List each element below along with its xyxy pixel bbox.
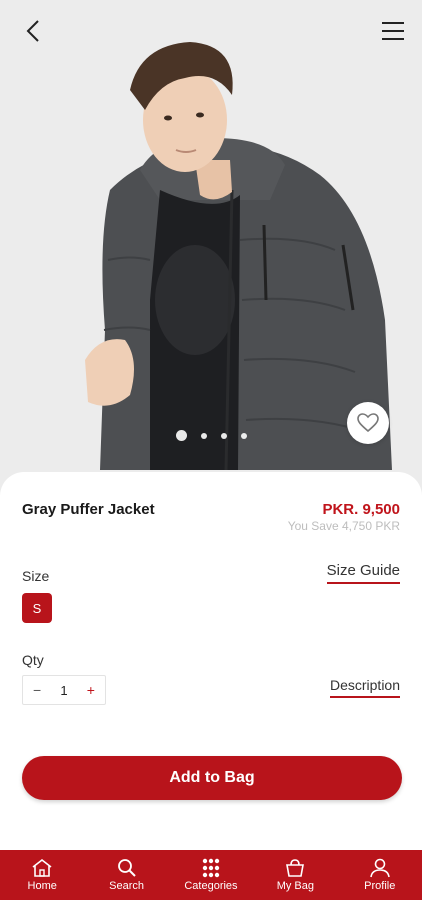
hamburger-icon: [382, 22, 404, 40]
product-price: PKR. 9,500: [322, 501, 400, 518]
quantity-stepper: − 1 +: [22, 675, 106, 705]
nav-home[interactable]: Home: [0, 858, 84, 892]
nav-search-label: Search: [109, 880, 144, 892]
search-icon: [117, 859, 136, 877]
gallery-dot[interactable]: [200, 432, 207, 439]
size-option-selected[interactable]: S: [22, 593, 52, 623]
add-to-bag-button[interactable]: Add to Bag: [22, 756, 402, 800]
nav-profile-label: Profile: [364, 880, 396, 892]
qty-increment-button[interactable]: +: [87, 682, 95, 698]
back-button[interactable]: [16, 14, 50, 48]
nav-categories-label: Categories: [184, 880, 238, 892]
bag-icon: [286, 859, 305, 877]
bottom-navigation: Home Search Categories My Bag Profile: [0, 850, 422, 900]
size-guide-link[interactable]: Size Guide: [326, 562, 400, 584]
description-link[interactable]: Description: [329, 677, 400, 698]
chevron-left-icon: [26, 20, 39, 42]
nav-home-label: Home: [27, 880, 57, 892]
size-label: Size: [22, 568, 50, 584]
qty-label: Qty: [22, 652, 44, 668]
nav-my-bag[interactable]: My Bag: [253, 858, 337, 892]
gallery-dot[interactable]: [240, 432, 247, 439]
product-image-gallery[interactable]: [0, 0, 422, 500]
savings-text: You Save 4,750 PKR: [287, 519, 400, 533]
home-icon: [32, 858, 52, 877]
grid-icon: [202, 858, 220, 878]
product-details-sheet: Gray Puffer Jacket PKR. 9,500 You Save 4…: [0, 472, 422, 850]
nav-profile[interactable]: Profile: [338, 858, 422, 892]
qty-decrement-button[interactable]: −: [33, 682, 41, 698]
nav-my-bag-label: My Bag: [276, 880, 314, 892]
qty-value: 1: [60, 682, 68, 698]
heart-icon: [357, 413, 379, 433]
nav-search[interactable]: Search: [85, 858, 169, 892]
wishlist-button[interactable]: [347, 402, 389, 444]
gallery-dot[interactable]: [220, 432, 227, 439]
nav-categories[interactable]: Categories: [169, 858, 253, 892]
user-icon: [369, 858, 390, 878]
product-title: Gray Puffer Jacket: [22, 501, 155, 518]
gallery-dot-active[interactable]: [175, 430, 187, 441]
menu-button[interactable]: [376, 14, 410, 48]
